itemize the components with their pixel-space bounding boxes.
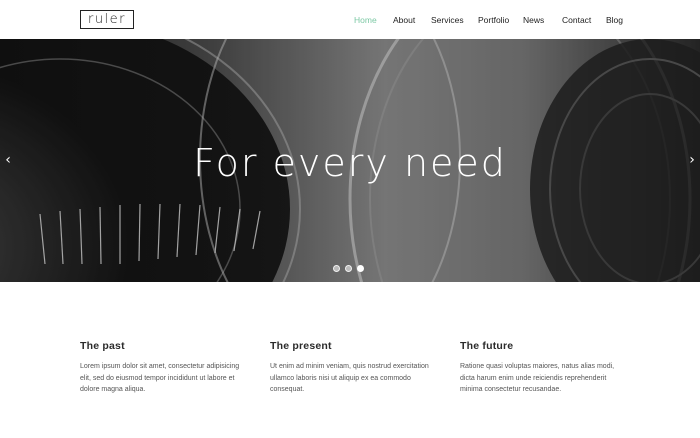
nav-item-blog[interactable]: Blog [606, 15, 623, 25]
nav-item-portfolio[interactable]: Portfolio [478, 15, 509, 25]
column-future: The future Ratione quasi voluptas maiore… [460, 340, 625, 396]
column-past: The past Lorem ipsum dolor sit amet, con… [80, 340, 245, 396]
slide-dot-1[interactable] [333, 265, 340, 272]
nav-item-services[interactable]: Services [431, 15, 464, 25]
site-header: ruler Home About Services Portfolio News… [0, 0, 700, 39]
main-nav: Home About Services Portfolio News Conta… [0, 15, 700, 27]
column-text: Ut enim ad minim veniam, quis nostrud ex… [270, 363, 429, 393]
column-heading: The past [80, 340, 125, 352]
column-present: The present Ut enim ad minim veniam, qui… [270, 340, 435, 396]
slide-dot-3[interactable] [357, 265, 364, 272]
column-text: Lorem ipsum dolor sit amet, consectetur … [80, 363, 240, 393]
hero-title: For every need [193, 141, 507, 185]
slide-dot-2[interactable] [345, 265, 352, 272]
nav-item-home[interactable]: Home [354, 15, 377, 25]
nav-item-contact[interactable]: Contact [562, 15, 591, 25]
column-heading: The present [270, 340, 332, 352]
column-heading: The future [460, 340, 514, 352]
nav-item-about[interactable]: About [393, 15, 415, 25]
nav-item-news[interactable]: News [523, 15, 544, 25]
hero-slider: ‹ › For every need [0, 39, 700, 282]
slider-pagination [333, 265, 364, 272]
column-text: Ratione quasi voluptas maiores, natus al… [460, 363, 615, 393]
